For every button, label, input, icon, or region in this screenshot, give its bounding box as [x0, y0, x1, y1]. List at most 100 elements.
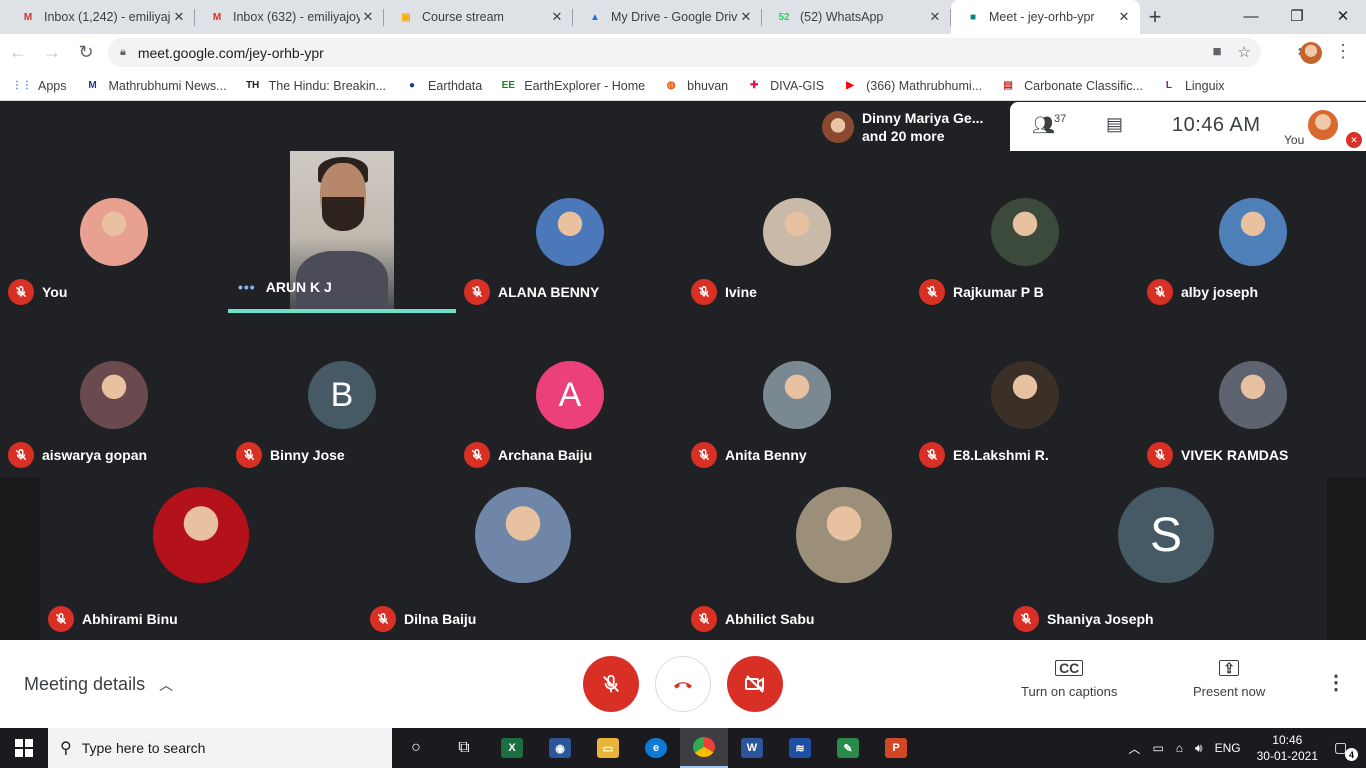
cortana-icon[interactable]: ○	[392, 728, 440, 768]
bookmark-item[interactable]: ✚ DIVA-GIS	[746, 78, 824, 94]
participant-name-row: ••• ARUN K J	[238, 279, 332, 295]
meet-icon: ■	[969, 11, 977, 23]
address-bar[interactable]: 🔒︎ meet.google.com/jey-orhb-ypr ■ ☆	[108, 38, 1261, 67]
paint-icon[interactable]: ✎	[824, 728, 872, 768]
browser-tab[interactable]: ▲ My Drive - Google Drive ✕	[573, 0, 762, 34]
show-hidden-icons[interactable]: ︿	[1128, 740, 1140, 757]
profile-avatar[interactable]	[1300, 42, 1322, 64]
more-options-icon[interactable]: ⋮	[1326, 670, 1346, 695]
participant-name-row: Abhilict Sabu	[691, 606, 814, 632]
participant-tile[interactable]: ALANA BENNY	[456, 151, 684, 314]
chat-icon[interactable]: ▤	[1106, 114, 1123, 135]
participant-tile[interactable]: S Shaniya Joseph	[1005, 477, 1327, 640]
participant-tile[interactable]: Rajkumar P B	[911, 151, 1139, 314]
network-icon[interactable]: ⌂	[1176, 741, 1183, 755]
participant-tile[interactable]: You	[0, 151, 228, 314]
participant-name: alby joseph	[1181, 284, 1259, 300]
task-view-icon[interactable]: ⧉	[440, 728, 488, 768]
bookmark-item[interactable]: ⋮⋮ Apps	[12, 78, 67, 94]
browser-tab[interactable]: M Inbox (632) - emiliyajoy ✕	[195, 0, 384, 34]
participant-tile[interactable]: ••• ARUN K J	[228, 151, 456, 314]
bookmark-label: Carbonate Classific...	[1024, 78, 1143, 93]
search-icon: ⚲	[60, 740, 72, 757]
bookmark-item[interactable]: ▶ (366) Mathrubhumi...	[842, 78, 982, 94]
app-swirl-icon[interactable]: ≋	[776, 728, 824, 768]
bookmark-item[interactable]: L Linguix	[1161, 78, 1225, 94]
browser-tab[interactable]: M Inbox (1,242) - emiliyajo ✕	[6, 0, 195, 34]
joiner-avatar	[822, 110, 854, 143]
file-explorer-icon[interactable]: ▭	[584, 728, 632, 768]
close-tab-icon[interactable]: ✕	[171, 9, 187, 25]
participant-tile[interactable]: E8.Lakshmi R.	[911, 314, 1139, 477]
captions-button[interactable]: CC Turn on captions	[1021, 660, 1117, 699]
participant-tile[interactable]: Anita Benny	[683, 314, 911, 477]
mic-toggle-button[interactable]	[583, 656, 639, 712]
participant-tile[interactable]: A Archana Baiju	[456, 314, 684, 477]
maximize-button[interactable]: ❐	[1274, 0, 1320, 32]
powerpoint-icon[interactable]: P	[872, 728, 920, 768]
participant-name-row: VIVEK RAMDAS	[1147, 442, 1288, 468]
close-tab-icon[interactable]: ✕	[1116, 9, 1132, 25]
photo-avatar	[763, 198, 831, 266]
participant-tile[interactable]: Abhirami Binu	[40, 477, 362, 640]
browser-tab[interactable]: ▣ Course stream ✕	[384, 0, 573, 34]
bookmark-item[interactable]: TH The Hindu: Breakin...	[245, 78, 386, 94]
edge-icon[interactable]: e	[632, 728, 680, 768]
taskbar-clock[interactable]: 10:46 30-01-2021	[1257, 732, 1318, 764]
participant-tile[interactable]: aiswarya gopan	[0, 314, 228, 477]
excel-icon[interactable]: X	[488, 728, 536, 768]
windows-logo-icon	[15, 739, 33, 757]
forward-button[interactable]: →	[36, 37, 68, 69]
start-button[interactable]	[0, 728, 48, 768]
captions-icon: CC	[1055, 660, 1084, 676]
participant-tile[interactable]: Ivine	[683, 151, 911, 314]
notifications-icon[interactable]: ▢ 4	[1334, 739, 1358, 761]
camera-toggle-button[interactable]	[727, 656, 783, 712]
participant-tile[interactable]: alby joseph	[1139, 151, 1366, 314]
browser-tab[interactable]: 52 (52) WhatsApp ✕	[762, 0, 951, 34]
leave-call-button[interactable]	[655, 656, 711, 712]
divagis-icon: ✚	[749, 80, 759, 91]
bookmark-item[interactable]: EE EarthExplorer - Home	[500, 78, 646, 94]
bookmark-label: DIVA-GIS	[770, 78, 825, 93]
word-icon[interactable]: W	[728, 728, 776, 768]
participant-tile[interactable]: Dilna Baiju	[362, 477, 684, 640]
language-indicator[interactable]: ENG	[1215, 741, 1241, 755]
self-avatar[interactable]	[1308, 110, 1338, 140]
participant-name: Dilna Baiju	[404, 611, 477, 627]
new-tab-button[interactable]: +	[1140, 0, 1170, 34]
participant-tile[interactable]: Abhilict Sabu	[683, 477, 1005, 640]
meeting-details-button[interactable]: Meeting details ︿	[24, 674, 173, 695]
taskbar-search[interactable]: ⚲ Type here to search	[48, 728, 392, 768]
browser-menu-icon[interactable]: ⋮	[1334, 41, 1352, 62]
captions-label: Turn on captions	[1021, 684, 1118, 699]
reload-button[interactable]: ↻	[70, 37, 102, 69]
close-tab-icon[interactable]: ✕	[549, 9, 565, 25]
people-icon[interactable]: 👥︎	[1032, 115, 1055, 136]
present-now-button[interactable]: ⇪ Present now	[1193, 660, 1265, 699]
back-button[interactable]: ←	[2, 37, 34, 69]
participant-tile[interactable]: B Binny Jose	[228, 314, 456, 477]
photo-avatar	[1219, 361, 1287, 429]
bookmark-item[interactable]: ▤ Carbonate Classific...	[1000, 78, 1143, 94]
magnifier-app-icon[interactable]: ◉	[536, 728, 584, 768]
bookmark-item[interactable]: ● Earthdata	[404, 78, 482, 94]
chrome-icon[interactable]	[680, 728, 728, 768]
close-tab-icon[interactable]: ✕	[927, 9, 943, 25]
close-tab-icon[interactable]: ✕	[738, 9, 754, 25]
browser-tab[interactable]: ■ Meet - jey-orhb-ypr ✕	[951, 0, 1140, 34]
participant-name-row: Dilna Baiju	[370, 606, 476, 632]
bookmark-star-icon[interactable]: ☆	[1238, 43, 1251, 61]
camera-permission-icon[interactable]: ■	[1212, 43, 1221, 61]
join-notification[interactable]: Dinny Mariya Ge... and 20 more	[814, 102, 1010, 151]
participant-tile[interactable]: VIVEK RAMDAS	[1139, 314, 1366, 477]
battery-icon[interactable]: ▭	[1152, 741, 1163, 755]
bookmark-item[interactable]: M Mathrubhumi News...	[85, 78, 226, 94]
volume-icon[interactable]: 🔊︎	[1195, 741, 1203, 756]
minimize-button[interactable]: —	[1228, 0, 1274, 32]
bookmark-label: Linguix	[1184, 78, 1225, 93]
close-tab-icon[interactable]: ✕	[360, 9, 376, 25]
close-window-button[interactable]: ✕	[1320, 0, 1366, 32]
self-muted-icon: ✕	[1346, 132, 1362, 148]
bookmark-item[interactable]: ◍ bhuvan	[663, 78, 728, 94]
